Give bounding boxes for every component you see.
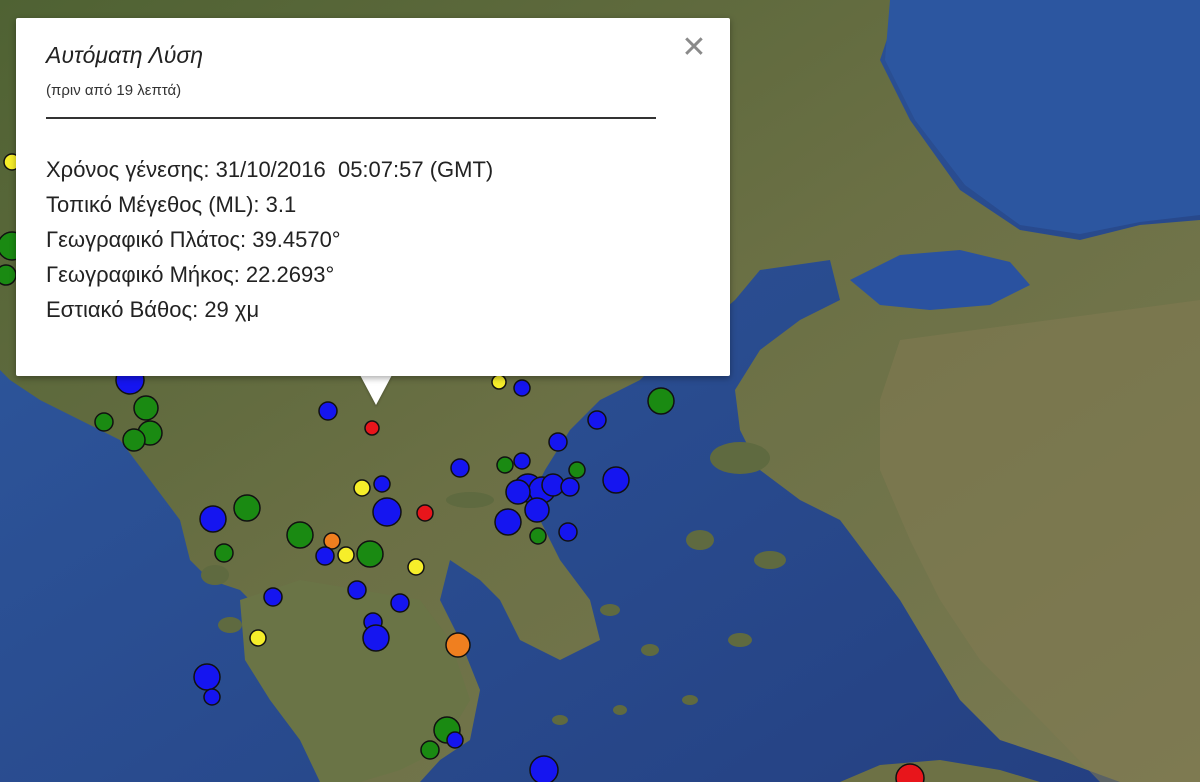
earthquake-marker[interactable]	[445, 632, 471, 658]
earthquake-marker[interactable]	[318, 401, 338, 421]
earthquake-marker[interactable]	[568, 461, 586, 479]
earthquake-marker[interactable]	[450, 458, 470, 478]
earthquake-marker[interactable]	[353, 479, 371, 497]
earthquake-marker[interactable]	[529, 755, 559, 782]
earthquake-marker[interactable]	[362, 624, 390, 652]
earthquake-marker[interactable]	[560, 477, 580, 497]
earthquake-marker[interactable]	[356, 540, 384, 568]
latitude: Γεωγραφικό Πλάτος: 39.4570°	[46, 227, 341, 252]
earthquake-marker[interactable]	[602, 466, 630, 494]
earthquake-marker[interactable]	[548, 432, 568, 452]
focal-depth: Εστιακό Βάθος: 29 χμ	[46, 297, 260, 322]
earthquake-marker[interactable]	[494, 508, 522, 536]
popup-subtitle: (πριν από 19 λεπτά)	[46, 82, 182, 99]
earthquake-marker[interactable]	[364, 420, 380, 436]
earthquake-marker[interactable]	[373, 475, 391, 493]
earthquake-marker[interactable]	[647, 387, 675, 415]
earthquake-info-popup: ✕ Αυτόματη Λύση (πριν από 19 λεπτά) Χρόν…	[16, 18, 730, 376]
earthquake-marker[interactable]	[416, 504, 434, 522]
earthquake-marker[interactable]	[558, 522, 578, 542]
origin-time: Χρόνος γένεσης: 31/10/2016 05:07:57 (GMT…	[46, 157, 494, 182]
earthquake-marker[interactable]	[347, 580, 367, 600]
earthquake-marker[interactable]	[263, 587, 283, 607]
earthquake-marker[interactable]	[390, 593, 410, 613]
earthquake-marker[interactable]	[122, 428, 146, 452]
earthquake-marker[interactable]	[133, 395, 159, 421]
popup-tail	[360, 375, 392, 405]
earthquake-marker[interactable]	[524, 497, 550, 523]
popup-divider	[46, 117, 656, 119]
earthquake-marker[interactable]	[587, 410, 607, 430]
popup-title: Αυτόματη Λύση	[46, 42, 204, 68]
earthquake-marker[interactable]	[214, 543, 234, 563]
earthquake-marker[interactable]	[199, 505, 227, 533]
earthquake-marker[interactable]	[491, 374, 507, 390]
earthquake-marker[interactable]	[513, 379, 531, 397]
earthquake-marker[interactable]	[193, 663, 221, 691]
earthquake-marker[interactable]	[529, 527, 547, 545]
earthquake-marker[interactable]	[407, 558, 425, 576]
longitude: Γεωγραφικό Μήκος: 22.2693°	[46, 262, 335, 287]
earthquake-marker[interactable]	[249, 629, 267, 647]
earthquake-marker[interactable]	[446, 731, 464, 749]
popup-fields: Χρόνος γένεσης: 31/10/2016 05:07:57 (GMT…	[46, 152, 493, 327]
earthquake-marker[interactable]	[505, 479, 531, 505]
local-magnitude: Τοπικό Μέγεθος (ML): 3.1	[46, 192, 297, 217]
earthquake-marker[interactable]	[337, 546, 355, 564]
close-icon[interactable]: ✕	[680, 33, 708, 63]
earthquake-marker[interactable]	[372, 497, 402, 527]
earthquake-marker[interactable]	[233, 494, 261, 522]
earthquake-marker[interactable]	[94, 412, 114, 432]
earthquake-marker[interactable]	[420, 740, 440, 760]
earthquake-marker[interactable]	[315, 546, 335, 566]
earthquake-marker[interactable]	[286, 521, 314, 549]
earthquake-marker[interactable]	[513, 452, 531, 470]
earthquake-marker[interactable]	[496, 456, 514, 474]
earthquake-marker[interactable]	[203, 688, 221, 706]
earthquake-marker[interactable]	[0, 264, 17, 286]
